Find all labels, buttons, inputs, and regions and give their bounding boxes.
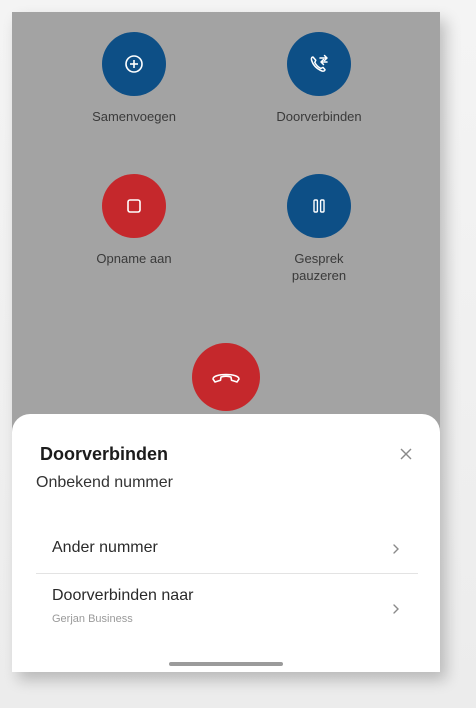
home-indicator[interactable] bbox=[169, 662, 283, 666]
transfer-call-icon bbox=[310, 54, 328, 72]
merge-button[interactable] bbox=[102, 32, 166, 96]
transfer-action[interactable]: Doorverbinden bbox=[249, 32, 389, 125]
hold-action[interactable]: Gesprek pauzeren bbox=[249, 174, 389, 284]
hang-up-icon bbox=[212, 373, 240, 383]
record-label: Opname aan bbox=[96, 251, 172, 266]
sheet-subtitle: Onbekend nummer bbox=[36, 474, 173, 491]
record-button[interactable] bbox=[102, 174, 166, 238]
option-other-number[interactable]: Ander nummer bbox=[36, 522, 418, 574]
close-button[interactable] bbox=[394, 442, 418, 466]
option-label: Ander nummer bbox=[52, 539, 158, 556]
close-icon bbox=[400, 448, 412, 460]
record-stop-icon bbox=[127, 199, 141, 213]
merge-label: Samenvoegen bbox=[92, 109, 176, 124]
hold-button[interactable] bbox=[287, 174, 351, 238]
transfer-sheet: Doorverbinden Onbekend nummer Ander numm… bbox=[12, 414, 440, 672]
hold-label: Gesprek pauzeren bbox=[291, 251, 347, 283]
end-call-button[interactable] bbox=[192, 343, 260, 411]
transfer-button[interactable] bbox=[287, 32, 351, 96]
transfer-label: Doorverbinden bbox=[276, 109, 362, 124]
pause-icon bbox=[313, 199, 325, 213]
option-sublabel: Gerjan Business bbox=[52, 613, 133, 625]
option-transfer-to[interactable]: Doorverbinden naar Gerjan Business bbox=[36, 575, 418, 641]
chevron-right-icon bbox=[393, 604, 399, 614]
option-label: Doorverbinden naar bbox=[52, 587, 194, 604]
call-screen: Samenvoegen Doorverbinden Opname aan Ges… bbox=[12, 12, 440, 672]
sheet-title: Doorverbinden bbox=[40, 444, 169, 464]
merge-icon bbox=[125, 55, 143, 73]
merge-action[interactable]: Samenvoegen bbox=[64, 32, 204, 125]
record-action[interactable]: Opname aan bbox=[64, 174, 204, 267]
chevron-right-icon bbox=[393, 544, 399, 554]
